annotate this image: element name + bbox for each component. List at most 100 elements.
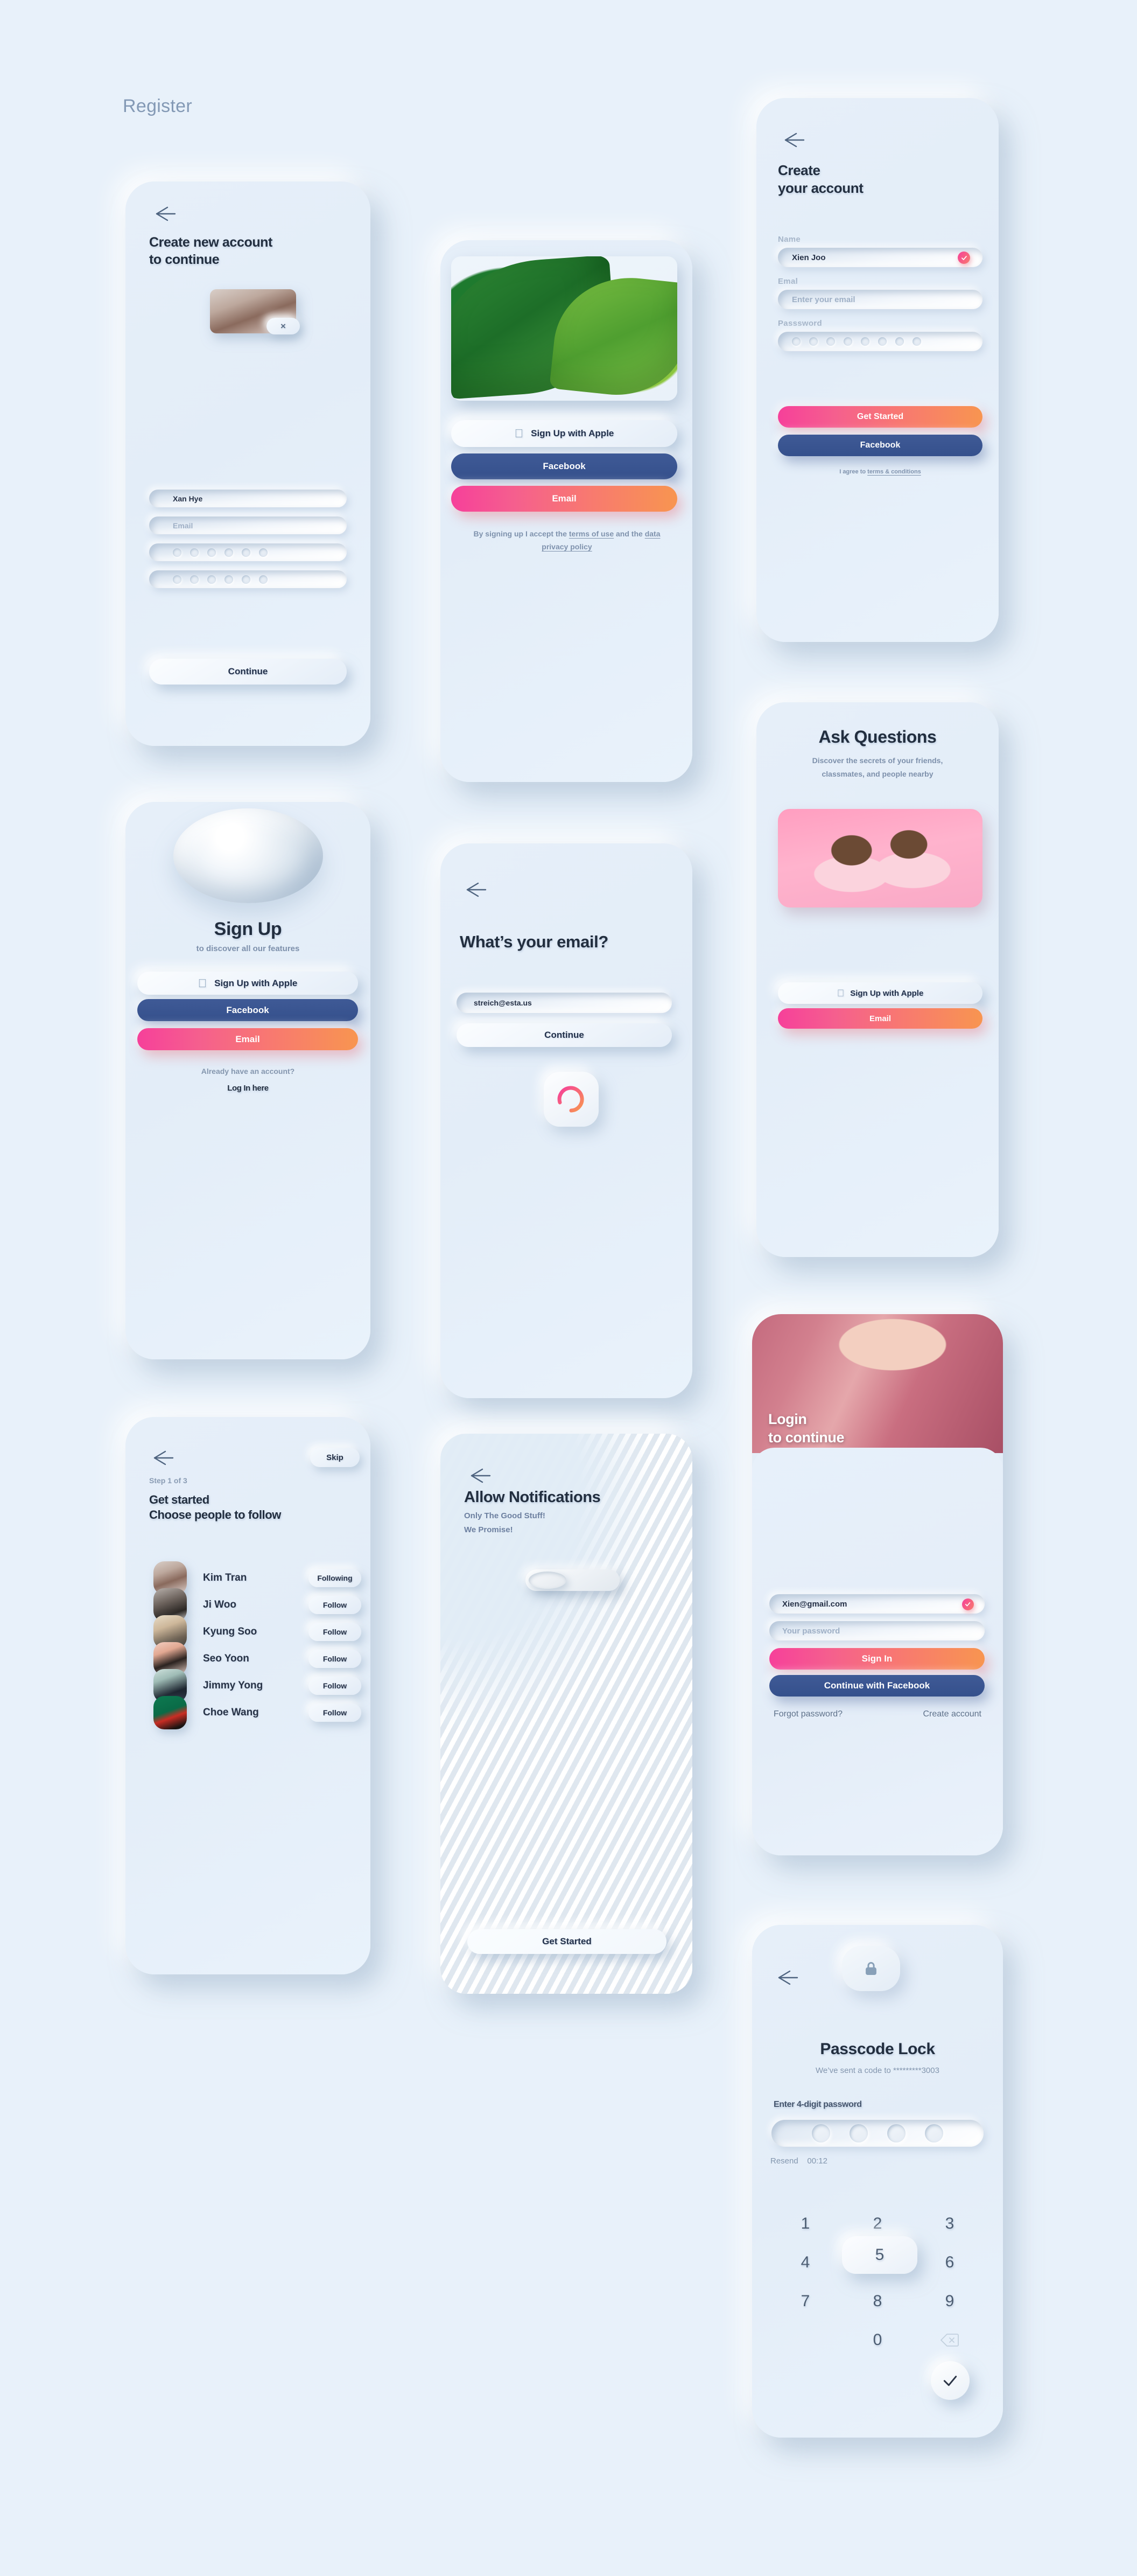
back-arrow-icon[interactable] xyxy=(778,130,808,150)
card-create-new-account: Create new account to continue × Xan Hye… xyxy=(125,181,370,746)
key-3[interactable]: 3 xyxy=(925,2205,974,2243)
card-create-your-account: Create your account Name Xien Joo Emal E… xyxy=(756,98,999,642)
follow-button[interactable]: Following xyxy=(308,1569,361,1587)
name-input-value: Xan Hye xyxy=(173,494,203,503)
key-6[interactable]: 6 xyxy=(925,2244,974,2281)
passcode-input[interactable] xyxy=(771,2120,984,2147)
email-input-value: streich@esta.us xyxy=(474,999,532,1007)
name-input[interactable]: Xien Joo xyxy=(778,248,982,267)
signup-apple-button[interactable]:  Sign Up with Apple xyxy=(137,972,358,995)
backspace-key[interactable] xyxy=(925,2321,974,2359)
follow-button[interactable]: Follow xyxy=(308,1677,361,1695)
follow-button[interactable]: Follow xyxy=(308,1650,361,1668)
signup-email-button[interactable]: Email xyxy=(778,1008,982,1029)
numeric-keypad: 1 2 3 4 5 6 7 8 9 0 xyxy=(752,2205,1003,2420)
signup-apple-button[interactable]:  Sign Up with Apple xyxy=(778,982,982,1004)
back-arrow-icon[interactable] xyxy=(149,204,179,224)
subtitle-line-1: Only The Good Stuff! xyxy=(464,1511,545,1520)
loading-spinner-tile xyxy=(544,1072,599,1127)
sign-in-button[interactable]: Sign In xyxy=(769,1648,985,1670)
continue-button[interactable]: Continue xyxy=(149,659,347,685)
subtitle-line-2: We Promise! xyxy=(464,1525,513,1535)
back-arrow-icon[interactable] xyxy=(147,1448,177,1468)
password-input[interactable] xyxy=(778,332,982,351)
title-line-2: to continue xyxy=(149,252,220,267)
resend-label[interactable]: Resend xyxy=(770,2156,798,2166)
card-title: Sign Up xyxy=(214,919,282,939)
signup-facebook-button[interactable]: Facebook xyxy=(137,999,358,1021)
back-arrow-icon[interactable] xyxy=(460,880,490,899)
card-ask-questions: Ask Questions Discover the secrets of yo… xyxy=(756,702,999,1257)
email-input[interactable]: Email xyxy=(149,516,347,534)
email-input[interactable]: Enter your email xyxy=(778,290,982,309)
legal-mid: and the xyxy=(614,529,645,538)
legal-prefix: By signing up I accept the xyxy=(473,529,569,538)
password-dots xyxy=(778,337,921,346)
signup-facebook-button[interactable]: Facebook xyxy=(451,453,677,479)
back-arrow-icon[interactable] xyxy=(464,1466,494,1485)
card-title: Ask Questions xyxy=(818,727,937,746)
key-8[interactable]: 8 xyxy=(853,2282,902,2320)
apple-icon:  xyxy=(837,988,845,998)
email-input-value: Xien@gmail.com xyxy=(782,1599,847,1609)
email-input[interactable]: streich@esta.us xyxy=(457,993,672,1013)
terms-prefix: I agree to xyxy=(839,469,868,475)
follow-button[interactable]: Follow xyxy=(308,1596,361,1614)
loading-spinner-icon xyxy=(557,1086,584,1113)
name-label: Name xyxy=(778,235,801,244)
key-0[interactable]: 0 xyxy=(853,2321,902,2359)
signup-email-button[interactable]: Email xyxy=(137,1028,358,1050)
key-1[interactable]: 1 xyxy=(781,2205,830,2243)
confirm-password-input[interactable] xyxy=(149,570,347,588)
create-account-link[interactable]: Create account xyxy=(923,1709,981,1719)
toggle-handle[interactable] xyxy=(529,1572,566,1589)
continue-button[interactable]: Continue xyxy=(457,1023,672,1047)
back-arrow-icon[interactable] xyxy=(771,1968,802,1987)
password-input[interactable] xyxy=(149,543,347,561)
table-row[interactable]: Choe Wang xyxy=(153,1696,259,1729)
subtitle-line-1: Discover the secrets of your friends, xyxy=(812,756,943,765)
lock-icon xyxy=(866,1962,876,1975)
facebook-button[interactable]: Facebook xyxy=(778,435,982,456)
card-signup-social:  Sign Up with Apple Facebook Email By s… xyxy=(440,240,692,782)
key-5[interactable]: 5 xyxy=(842,2236,917,2274)
login-here-link[interactable]: Log In here xyxy=(125,1084,370,1094)
login-links: Forgot password? Create account xyxy=(752,1709,1003,1719)
password-input[interactable]: Your password xyxy=(769,1621,985,1640)
terms-of-use-link[interactable]: terms of use xyxy=(569,529,614,538)
get-started-button[interactable]: Get Started xyxy=(778,406,982,428)
skip-button[interactable]: Skip xyxy=(310,1448,360,1467)
card-title: Allow Notifications xyxy=(464,1489,601,1506)
resend-timer: 00:12 xyxy=(807,2156,827,2166)
card-title: Passcode Lock xyxy=(820,2040,935,2058)
person-name: Choe Wang xyxy=(203,1707,259,1718)
follow-button[interactable]: Follow xyxy=(308,1704,361,1722)
remove-avatar-button[interactable]: × xyxy=(266,318,300,334)
avatar xyxy=(153,1696,187,1729)
card-get-started-follow: Skip Step 1 of 3 Get started Choose peop… xyxy=(125,1417,370,1974)
signup-email-button[interactable]: Email xyxy=(451,486,677,512)
card-signup-hero: Sign Up to discover all our features  S… xyxy=(125,802,370,1359)
email-input[interactable]: Xien@gmail.com xyxy=(769,1594,985,1614)
continue-facebook-button[interactable]: Continue with Facebook xyxy=(769,1675,985,1697)
card-passcode-lock: Passcode Lock We’ve sent a code to *****… xyxy=(752,1925,1003,2438)
key-4[interactable]: 4 xyxy=(781,2244,830,2281)
terms-conditions-link[interactable]: terms & conditions xyxy=(867,469,921,475)
name-input[interactable]: Xan Hye xyxy=(149,490,347,507)
signup-apple-button[interactable]:  Sign Up with Apple xyxy=(451,420,677,447)
card-title: Get started Choose people to follow xyxy=(149,1492,281,1522)
email-input-placeholder: Enter your email xyxy=(792,295,855,304)
legal-text: By signing up I accept the terms of use … xyxy=(462,528,672,554)
sent-code-prefix: We’ve sent a code to xyxy=(816,2066,891,2075)
check-icon xyxy=(943,2376,957,2386)
get-started-button[interactable]: Get Started xyxy=(467,1929,666,1954)
follow-button[interactable]: Follow xyxy=(308,1623,361,1641)
email-label: Emal xyxy=(778,277,798,286)
person-name: Jimmy Yong xyxy=(203,1680,263,1691)
forgot-password-link[interactable]: Forgot password? xyxy=(774,1709,843,1719)
card-whats-your-email: What’s your email? streich@esta.us Conti… xyxy=(440,843,692,1398)
confirm-key[interactable] xyxy=(931,2361,970,2400)
notifications-toggle[interactable] xyxy=(525,1569,620,1591)
key-7[interactable]: 7 xyxy=(781,2282,830,2320)
key-9[interactable]: 9 xyxy=(925,2282,974,2320)
